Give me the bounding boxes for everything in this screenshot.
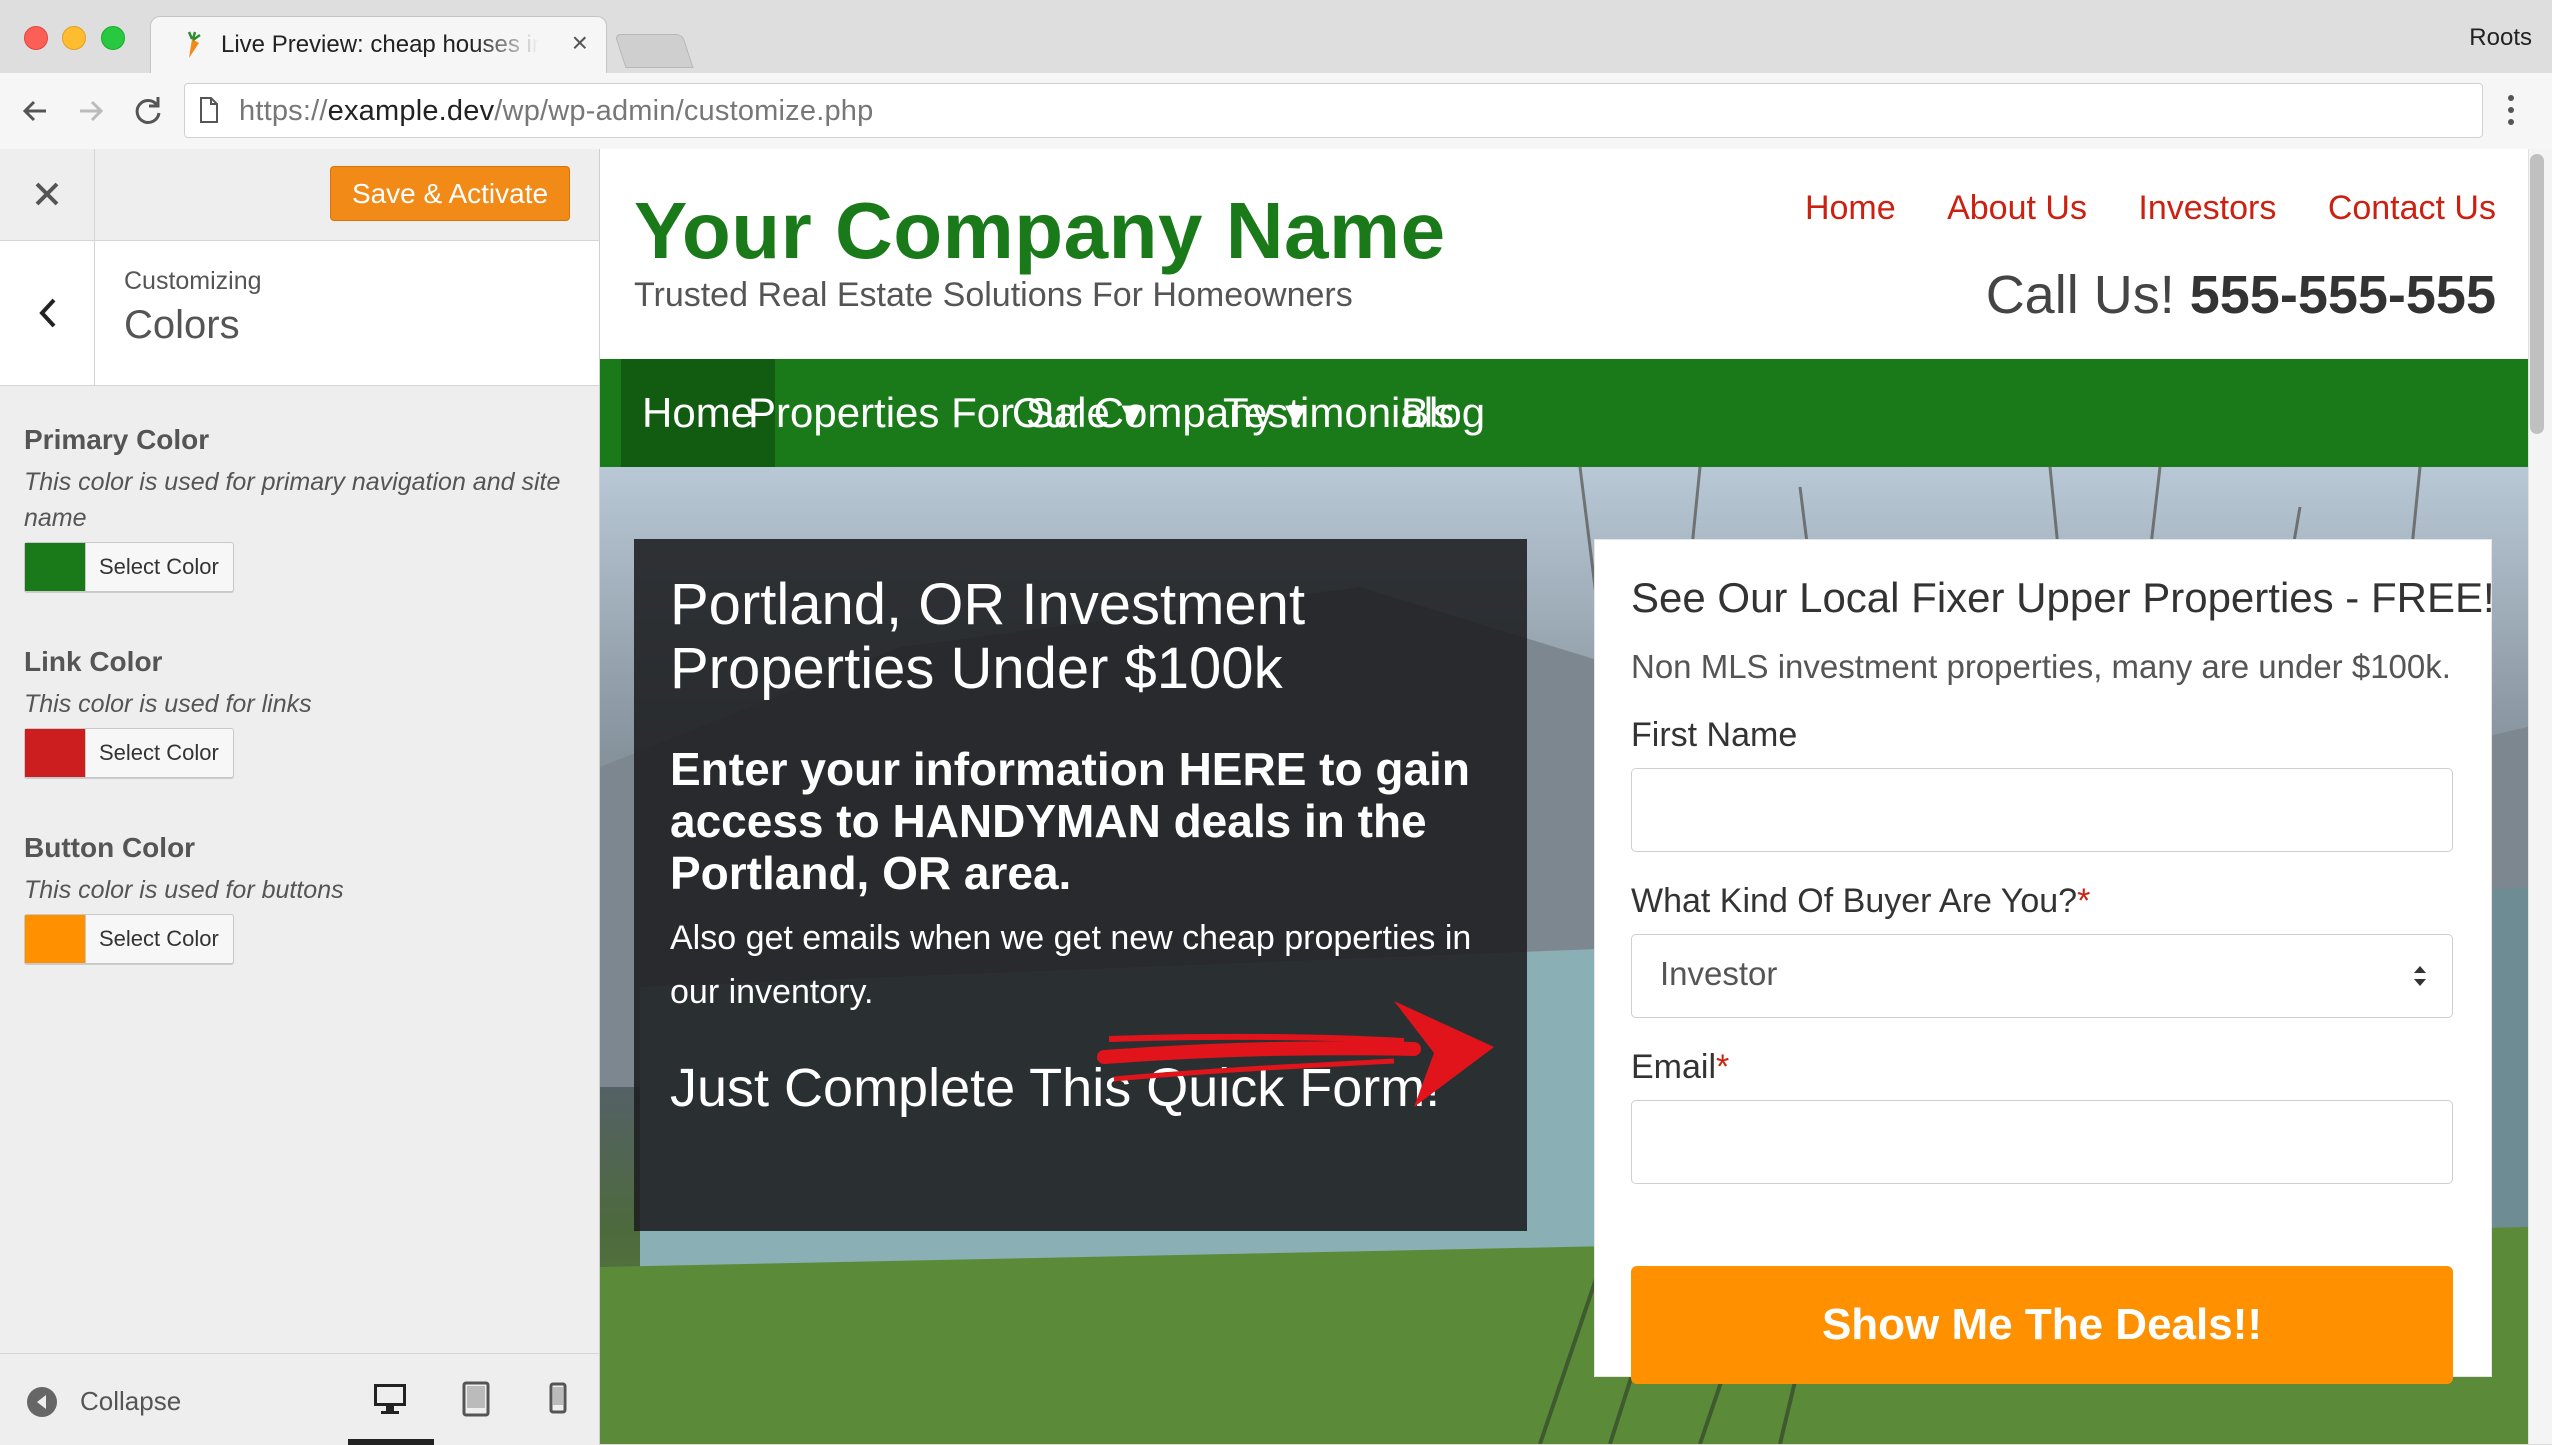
desktop-icon[interactable] (370, 1378, 410, 1418)
color-swatch[interactable] (25, 915, 86, 963)
collapse-button[interactable]: Collapse (80, 1386, 181, 1417)
back-button[interactable] (0, 241, 95, 385)
tab-title: Live Preview: cheap houses in Portland, … (221, 31, 539, 58)
browser-titlebar: Live Preview: cheap houses in Portland, … (0, 0, 2552, 75)
primary-color-control: Primary Color This color is used for pri… (24, 424, 584, 592)
top-link-home[interactable]: Home (1805, 189, 1896, 227)
red-arrow-icon (1097, 1001, 1494, 1107)
button-color-picker[interactable]: Select Color (24, 914, 234, 964)
form-heading: See Our Local Fixer Upper Properties - F… (1631, 574, 2495, 621)
submit-deals-button[interactable]: Show Me The Deals!! (1631, 1266, 2453, 1384)
select-color-label: Select Color (99, 740, 219, 765)
save-activate-button[interactable]: Save & Activate (330, 166, 570, 221)
reload-icon[interactable] (128, 91, 168, 131)
top-link-about[interactable]: About Us (1947, 189, 2087, 227)
hero-heading: Portland, OR Investment Properties Under… (670, 572, 1306, 701)
minimize-window-button[interactable] (62, 26, 86, 50)
url-text: https://example.dev/wp/wp-admin/customiz… (239, 95, 874, 127)
hero-section: Portland, OR Investment Properties Under… (600, 467, 2528, 1444)
carrot-favicon-icon (181, 31, 203, 59)
address-bar[interactable]: https://example.dev/wp/wp-admin/customiz… (184, 83, 2483, 138)
new-tab-button[interactable] (614, 34, 694, 68)
nav-item-blog[interactable]: Blog (1380, 359, 1506, 467)
customizer-close-button[interactable] (0, 149, 95, 240)
form-subheading: Non MLS investment properties, many are … (1631, 648, 2451, 685)
page-info-icon[interactable] (199, 96, 219, 129)
call-us-label: Call Us! (1985, 265, 2175, 325)
back-arrow-icon[interactable] (16, 91, 56, 131)
email-input[interactable] (1631, 1100, 2453, 1184)
control-description: This color is used for primary navigatio… (24, 468, 561, 532)
site-preview: Your Company Name Trusted Real Estate So… (600, 149, 2528, 1444)
buyer-type-value: Investor (1660, 955, 1778, 992)
email-label: Email* (1631, 1048, 1730, 1086)
select-arrows-icon (2412, 963, 2428, 994)
customizer-sidebar: Save & Activate Customizing Colors Prima… (0, 149, 600, 1445)
tab-close-icon[interactable]: × (572, 27, 588, 59)
collapse-arrow-icon[interactable] (26, 1386, 58, 1423)
first-name-input[interactable] (1631, 768, 2453, 852)
top-link-investors[interactable]: Investors (2138, 189, 2276, 227)
tablet-icon[interactable] (456, 1378, 496, 1418)
customizing-label: Customizing (124, 267, 262, 295)
customizer-header: Save & Activate (0, 149, 599, 241)
section-title: Colors (124, 303, 240, 347)
maximize-window-button[interactable] (101, 26, 125, 50)
primary-color-picker[interactable]: Select Color (24, 542, 234, 592)
top-links: Home About Us Investors Contact Us (1763, 189, 2496, 228)
lead-form: See Our Local Fixer Upper Properties - F… (1594, 539, 2495, 1384)
site-tagline: Trusted Real Estate Solutions For Homeow… (634, 276, 1353, 314)
top-link-contact[interactable]: Contact Us (2328, 189, 2496, 227)
link-color-picker[interactable]: Select Color (24, 728, 234, 778)
hero-subheading: Enter your information HERE to gain acce… (670, 743, 1470, 899)
control-description: This color is used for buttons (24, 876, 344, 904)
color-swatch[interactable] (25, 729, 86, 777)
button-color-control: Button Color This color is used for butt… (24, 832, 584, 964)
profile-name[interactable]: Roots (2469, 24, 2532, 52)
first-name-label: First Name (1631, 716, 1798, 754)
buyer-type-select[interactable]: Investor (1631, 934, 2453, 1018)
forward-arrow-icon[interactable] (70, 91, 110, 131)
section-header: Customizing Colors (0, 241, 599, 386)
buyer-type-label: What Kind Of Buyer Are You?* (1631, 882, 2091, 920)
chevron-left-icon (39, 298, 56, 328)
link-color-control: Link Color This color is used for links … (24, 646, 584, 778)
phone-number[interactable]: 555-555-555 (2190, 265, 2496, 325)
mobile-icon[interactable] (538, 1378, 578, 1418)
select-color-label: Select Color (99, 554, 219, 579)
main-navigation: Home Properties For Sale ▾ Our Company ▾… (600, 359, 2528, 467)
select-color-label: Select Color (99, 926, 219, 951)
call-us: Call Us! 555-555-555 (1986, 264, 2496, 326)
hero-text-box: Portland, OR Investment Properties Under… (634, 539, 1527, 1231)
close-icon (35, 182, 59, 206)
close-window-button[interactable] (24, 26, 48, 50)
control-title: Button Color (24, 832, 196, 863)
control-title: Link Color (24, 646, 163, 677)
control-description: This color is used for links (24, 690, 312, 718)
control-title: Primary Color (24, 424, 210, 455)
browser-tab[interactable]: Live Preview: cheap houses in Portland, … (150, 16, 607, 75)
browser-menu-icon[interactable] (2504, 92, 2518, 128)
active-device-indicator (348, 1439, 434, 1445)
site-name[interactable]: Your Company Name (634, 185, 1446, 277)
customizer-footer: Collapse (0, 1353, 599, 1445)
color-swatch[interactable] (25, 543, 86, 591)
preview-scrollbar-thumb[interactable] (2530, 154, 2544, 434)
